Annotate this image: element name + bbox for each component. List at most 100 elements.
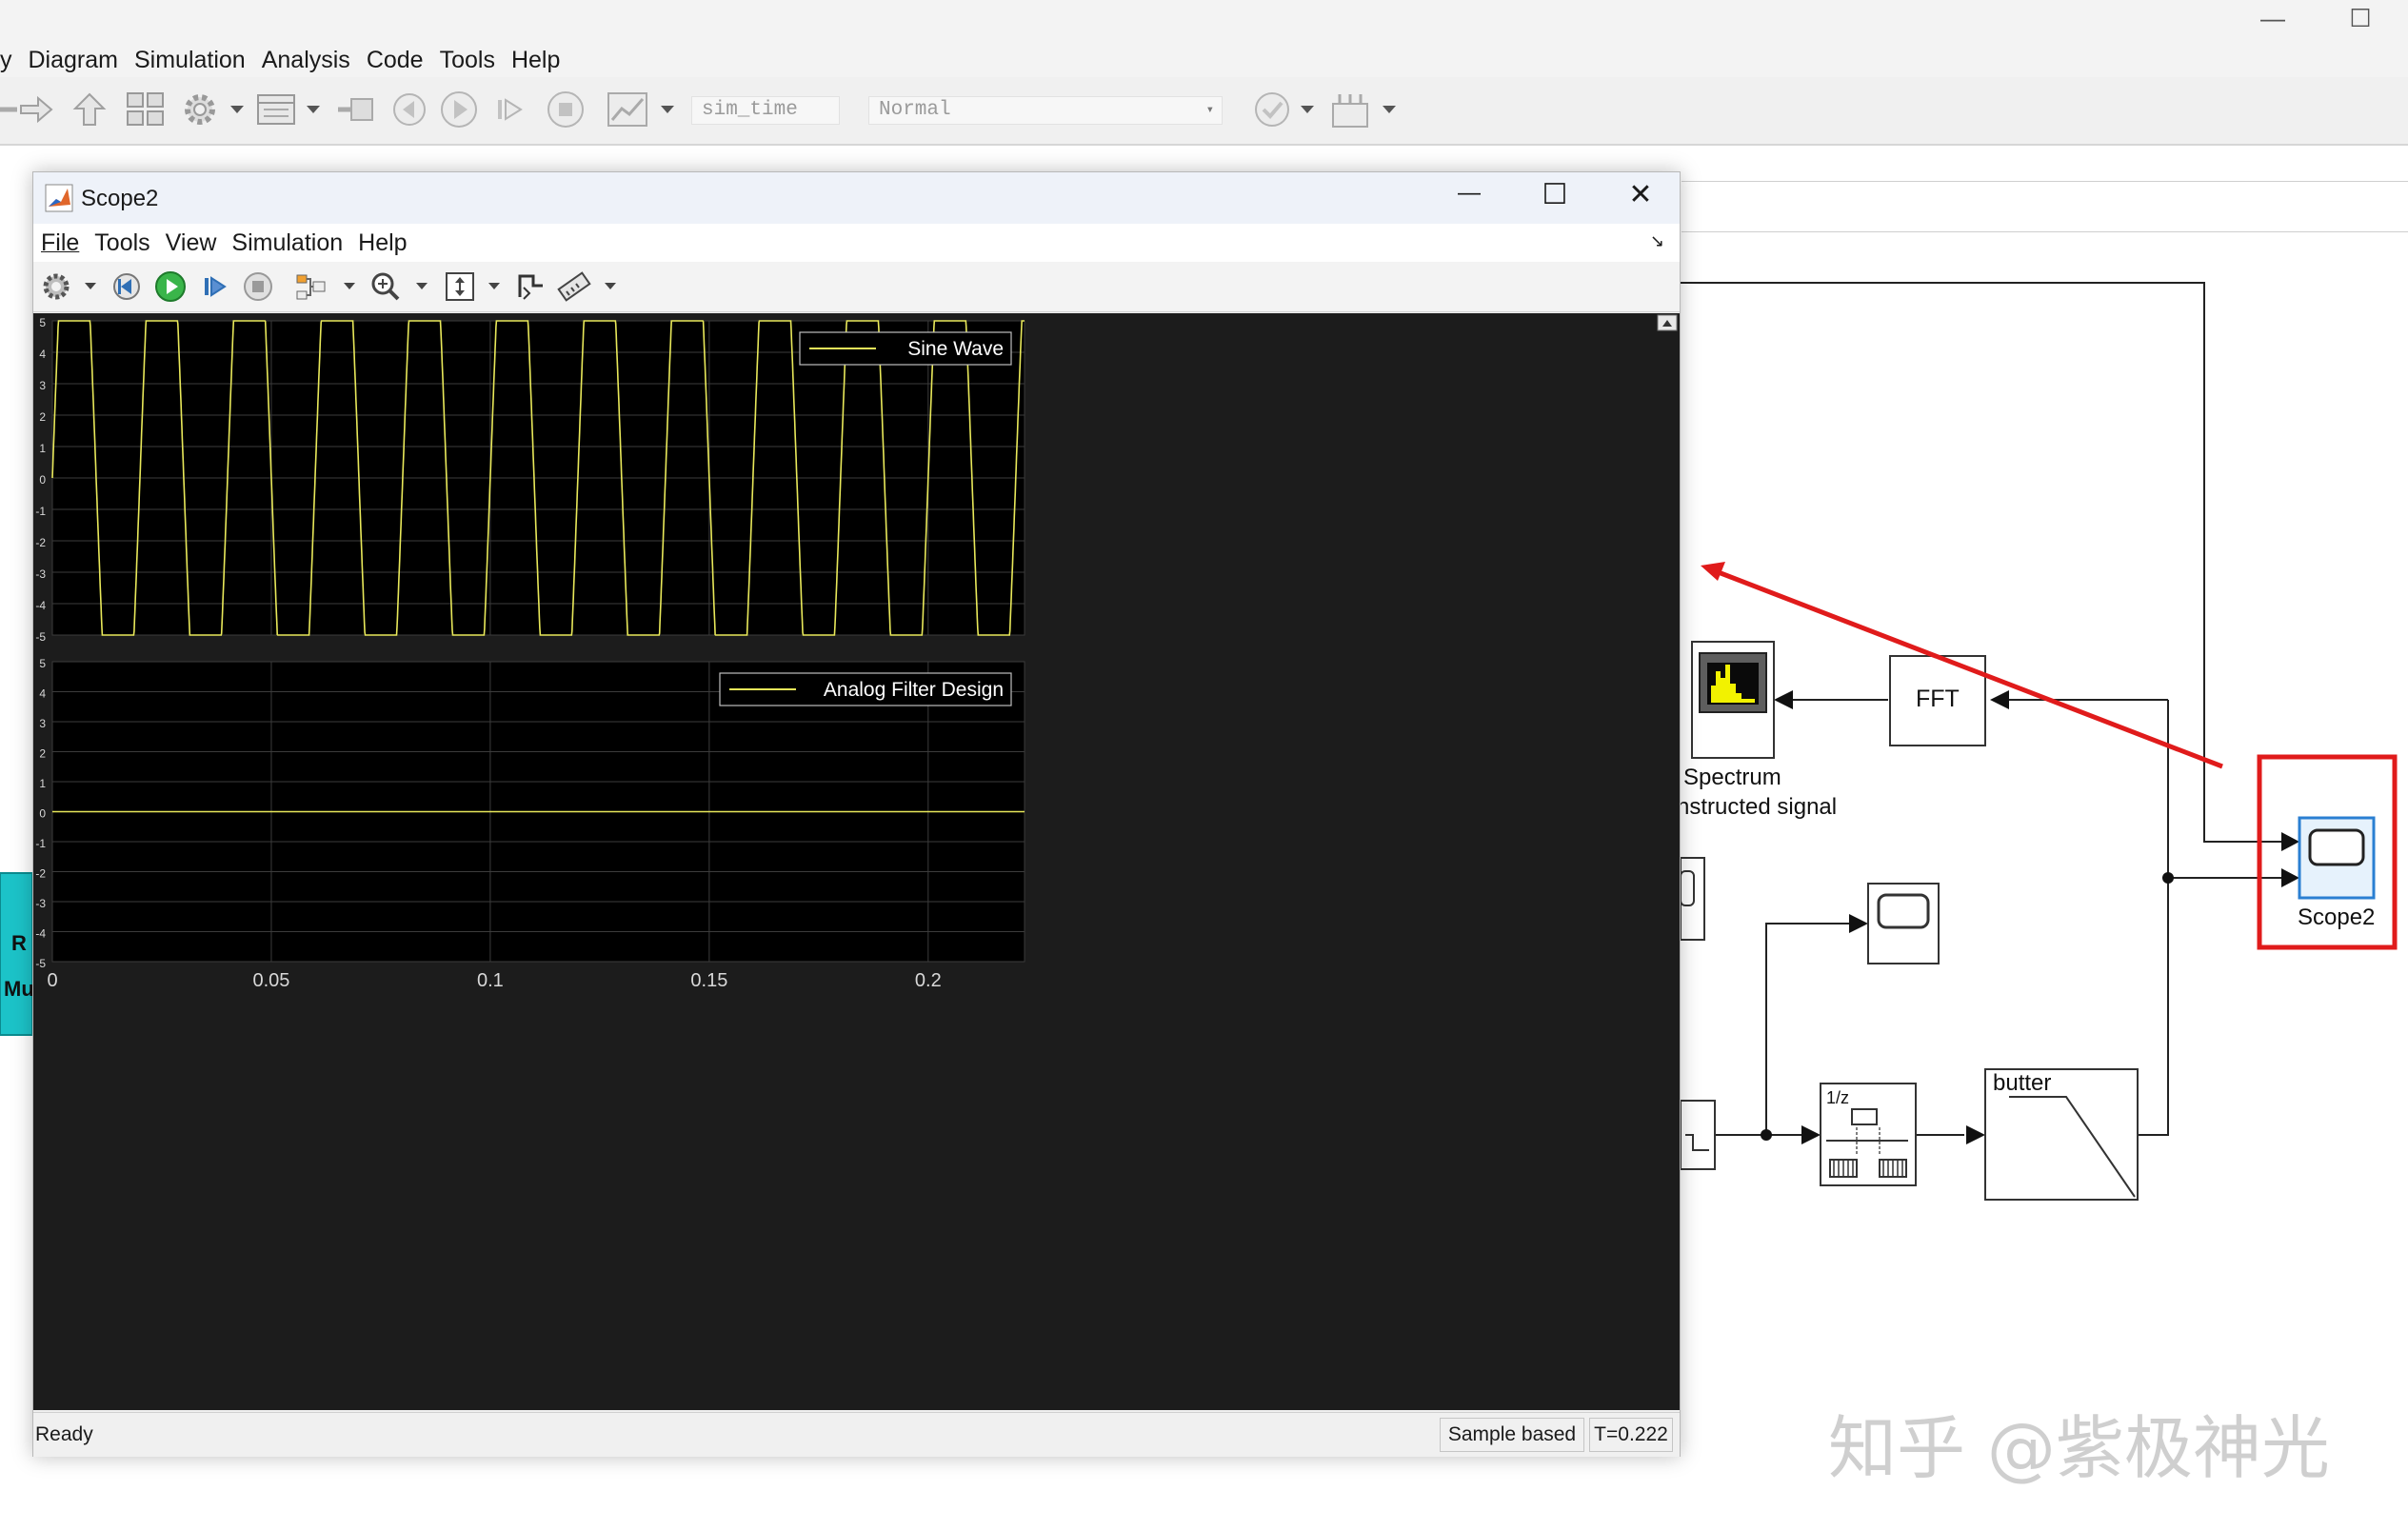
model-settings-gear-icon[interactable] bbox=[179, 90, 221, 129]
status-time: T=0.222 bbox=[1589, 1418, 1673, 1452]
zoom-in-icon[interactable] bbox=[367, 268, 405, 306]
menu-code[interactable]: Code bbox=[367, 47, 424, 74]
x-tick-label: 0.2 bbox=[915, 970, 942, 991]
settings-dropdown-icon[interactable] bbox=[85, 283, 96, 289]
y-tick-label: 0 bbox=[39, 807, 46, 821]
scope-menu-file[interactable]: File bbox=[41, 229, 79, 257]
status-sample-mode: Sample based bbox=[1440, 1418, 1584, 1452]
inspector-dropdown-icon[interactable] bbox=[661, 106, 674, 113]
measurement-ruler-icon[interactable] bbox=[555, 268, 593, 306]
menu-simulation[interactable]: Simulation bbox=[134, 47, 246, 74]
undock-icon[interactable]: ↘ bbox=[1650, 231, 1664, 251]
back-arrow-icon[interactable] bbox=[0, 90, 19, 129]
scope2-block[interactable] bbox=[2298, 816, 2376, 900]
scope-titlebar: Scope2 — ☐ ✕ bbox=[33, 172, 1680, 224]
model-advisor-check-icon[interactable] bbox=[1251, 90, 1293, 129]
delay-label: 1/z bbox=[1826, 1088, 1850, 1107]
status-ready: Ready bbox=[35, 1423, 93, 1445]
step-back-icon[interactable] bbox=[390, 90, 428, 129]
y-tick-label: 3 bbox=[39, 717, 46, 730]
mode-dropdown-icon: ▾ bbox=[1205, 103, 1214, 118]
scope-menu-simulation[interactable]: Simulation bbox=[231, 229, 343, 257]
scope-close-icon[interactable]: ✕ bbox=[1620, 178, 1662, 214]
scope2-window: Scope2 — ☐ ✕ File Tools View Simulation … bbox=[32, 171, 1681, 1457]
advisor-dropdown-icon[interactable] bbox=[1301, 106, 1314, 113]
scope-plot-area: 5 4 3 2 1 0 -1 -2 -3 -4 -5 Sine Wave 5 4 3 2 1 0 -1 -2 -3 -4… bbox=[33, 313, 1680, 1410]
menu-analysis[interactable]: Analysis bbox=[262, 47, 350, 74]
scope-menubar: File Tools View Simulation Help ↘ bbox=[33, 224, 1680, 262]
simulink-explorer-bar bbox=[1682, 181, 2408, 232]
step-block-partial[interactable] bbox=[1680, 1100, 1716, 1170]
scope2-label: Scope2 bbox=[2298, 905, 2376, 930]
menu-help[interactable]: Help bbox=[511, 47, 560, 74]
scope-settings-gear-icon[interactable] bbox=[37, 268, 75, 306]
scope-minimize-icon[interactable]: — bbox=[1448, 180, 1490, 216]
scope-maximize-icon[interactable]: ☐ bbox=[1534, 178, 1576, 214]
y-tick-label: -1 bbox=[35, 837, 46, 850]
scope-toolbar bbox=[33, 262, 1680, 312]
library-browser-icon[interactable] bbox=[124, 90, 168, 129]
run-icon[interactable] bbox=[151, 268, 189, 306]
zoom-dropdown-icon[interactable] bbox=[416, 283, 428, 289]
menu-diagram[interactable]: Diagram bbox=[29, 47, 118, 74]
legend[interactable]: Sine Wave bbox=[799, 331, 1012, 366]
scope-block[interactable] bbox=[1867, 883, 1940, 964]
triggers-icon[interactable] bbox=[511, 268, 549, 306]
x-tick-label: 0 bbox=[47, 970, 57, 991]
y-tick-label: 1 bbox=[39, 777, 46, 790]
y-tick-label: -3 bbox=[35, 897, 46, 910]
scope-window-title: Scope2 bbox=[81, 186, 159, 211]
junction-dot-icon bbox=[1761, 1129, 1772, 1141]
scope-menu-tools[interactable]: Tools bbox=[94, 229, 149, 257]
measure-dropdown-icon[interactable] bbox=[605, 283, 616, 289]
scale-dropdown-icon[interactable] bbox=[488, 283, 500, 289]
legend[interactable]: Analog Filter Design bbox=[719, 672, 1012, 706]
y-tick-label: 4 bbox=[39, 687, 46, 701]
scope-menu-help[interactable]: Help bbox=[358, 229, 407, 257]
y-tick-label: -1 bbox=[35, 505, 46, 518]
y-tick-label: -4 bbox=[35, 599, 46, 612]
simulink-titlebar: — ☐ bbox=[0, 0, 2408, 43]
model-explorer-icon[interactable] bbox=[255, 90, 297, 129]
build-dropdown-icon[interactable] bbox=[1383, 106, 1396, 113]
menu-tools[interactable]: Tools bbox=[440, 47, 495, 74]
step-forward-icon[interactable] bbox=[195, 268, 233, 306]
y-tick-label: 4 bbox=[39, 348, 46, 361]
teal-block-label-2: Mu bbox=[4, 977, 34, 1001]
y-tick-label: 0 bbox=[39, 473, 46, 487]
stop-icon[interactable] bbox=[239, 268, 277, 306]
maximize-icon[interactable]: ☐ bbox=[2327, 0, 2394, 36]
step-back-icon[interactable] bbox=[108, 268, 146, 306]
spectrum-analyzer-block[interactable] bbox=[1691, 641, 1775, 759]
explorer-dropdown-icon[interactable] bbox=[307, 106, 320, 113]
record-icon[interactable] bbox=[331, 90, 377, 129]
settings-dropdown-icon[interactable] bbox=[230, 106, 244, 113]
axes-bottom[interactable]: 5 4 3 2 1 0 -1 -2 -3 -4 -5 Analog Filter Design bbox=[35, 657, 1025, 970]
simulation-mode-select[interactable]: Normal ▾ bbox=[868, 96, 1223, 125]
restore-layout-icon[interactable] bbox=[1657, 314, 1678, 331]
y-tick-label: 2 bbox=[39, 410, 46, 424]
simulink-toolbar: sim_time Normal ▾ bbox=[0, 77, 2408, 146]
stop-icon[interactable] bbox=[545, 90, 587, 129]
teal-block-label-1: R bbox=[11, 931, 27, 955]
y-tick-label: -2 bbox=[35, 867, 46, 881]
axes-top[interactable]: 5 4 3 2 1 0 -1 -2 -3 -4 -5 Sine Wave bbox=[35, 316, 1025, 644]
highlight-simulink-block-icon[interactable] bbox=[292, 268, 330, 306]
step-forward-icon[interactable] bbox=[491, 90, 529, 129]
up-arrow-icon[interactable] bbox=[70, 90, 109, 129]
y-tick-label: -2 bbox=[35, 536, 46, 549]
y-tick-label: 3 bbox=[39, 379, 46, 392]
highlight-dropdown-icon[interactable] bbox=[344, 283, 355, 289]
minimize-icon[interactable]: — bbox=[2239, 0, 2306, 36]
y-tick-label: 1 bbox=[39, 442, 46, 455]
data-inspector-icon[interactable] bbox=[606, 90, 649, 129]
run-icon[interactable] bbox=[440, 90, 478, 129]
stop-time-input[interactable]: sim_time bbox=[691, 96, 840, 125]
forward-arrow-icon[interactable] bbox=[17, 90, 55, 129]
scope-block-partial[interactable] bbox=[1680, 857, 1705, 941]
menu-edit-partial[interactable]: y bbox=[0, 47, 12, 74]
scale-axes-icon[interactable] bbox=[441, 268, 479, 306]
scope-menu-view[interactable]: View bbox=[166, 229, 217, 257]
build-model-icon[interactable] bbox=[1329, 90, 1371, 129]
x-tick-label: 0.1 bbox=[477, 970, 504, 991]
